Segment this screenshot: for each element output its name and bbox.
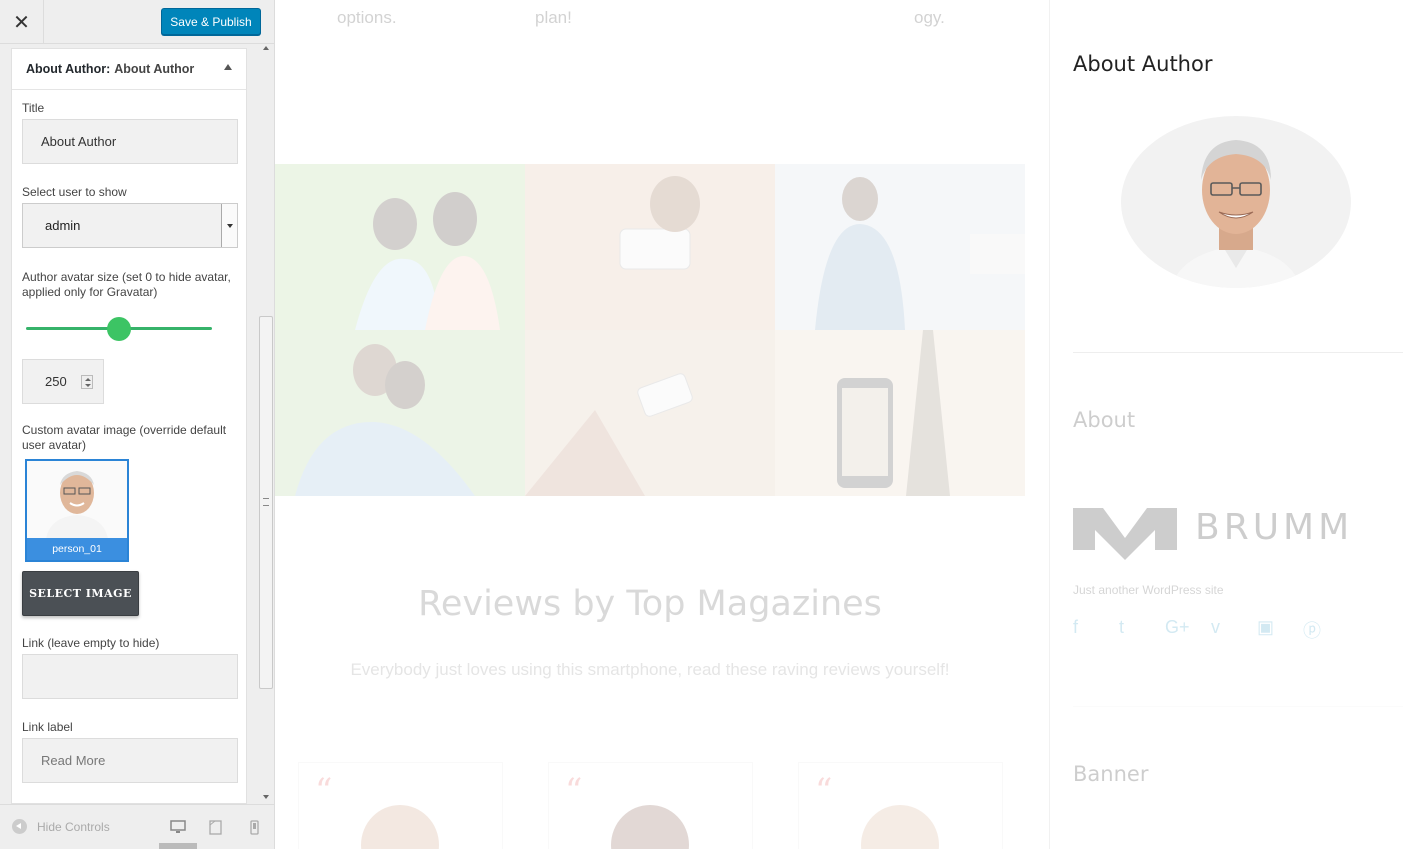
title-input[interactable]: About Author <box>22 119 238 164</box>
close-icon: ✕ <box>13 10 30 34</box>
avatar-thumbnail-image <box>27 461 127 539</box>
site-tagline: Just another WordPress site <box>1073 583 1224 597</box>
chevron-down-icon[interactable] <box>221 204 237 247</box>
photo-man-phone-street <box>775 164 1025 330</box>
panel-header: ✕ Save & Publish <box>0 0 274 44</box>
stepper-icon[interactable] <box>81 375 93 389</box>
photo-friends-phone <box>275 164 525 330</box>
reviews-heading: Reviews by Top Magazines <box>418 584 882 624</box>
user-select[interactable]: admin <box>22 203 238 248</box>
avatar-size-value: 250 <box>45 374 67 389</box>
custom-avatar-label-line2: user avatar) <box>22 438 87 452</box>
photo-hands-phone <box>525 330 775 496</box>
link-label: Link (leave empty to hide) <box>22 636 160 650</box>
reviewer-avatar <box>861 805 939 849</box>
feature-text-3: ogy. <box>914 8 945 27</box>
brumm-logo-icon <box>1073 508 1177 560</box>
link-label-input[interactable]: Read More <box>22 738 238 783</box>
quote-icon: “ <box>565 771 583 811</box>
tablet-preview-icon[interactable] <box>209 820 222 835</box>
link-label-label: Link label <box>22 720 73 734</box>
slider-handle[interactable] <box>107 317 131 341</box>
reviews-subheading: Everybody just loves using this smartpho… <box>350 660 950 679</box>
avatar-size-label: Author avatar size (set 0 to hide avatar… <box>22 270 231 300</box>
collapse-arrow-icon[interactable] <box>224 64 232 70</box>
vimeo-icon[interactable]: v <box>1211 617 1239 643</box>
avatar-size-label-line1: Author avatar size (set 0 to hide avatar… <box>22 270 231 284</box>
link-input[interactable] <box>22 654 238 699</box>
save-publish-button[interactable]: Save & Publish <box>161 8 261 35</box>
review-card: “ <box>548 762 753 849</box>
scrollbar-grip-icon <box>263 498 269 506</box>
author-avatar <box>1121 116 1351 288</box>
about-author-widget: About Author: About Author Title About A… <box>11 48 247 804</box>
reviewer-avatar <box>361 805 439 849</box>
youtube-icon[interactable]: ▣ <box>1257 617 1285 643</box>
pinterest-icon[interactable]: ⓟ <box>1303 617 1331 643</box>
brand-name: BRUMM <box>1195 507 1354 548</box>
widget-header[interactable]: About Author: About Author <box>12 49 246 90</box>
photo-selfie <box>525 164 775 330</box>
feature-text-2: plan! <box>535 8 572 27</box>
user-select-value: admin <box>45 218 81 233</box>
twitter-icon[interactable]: t <box>1119 617 1147 643</box>
quote-icon: “ <box>315 771 333 811</box>
select-image-button[interactable]: SELECT IMAGE <box>22 571 139 616</box>
title-label: Title <box>22 101 45 115</box>
scroll-up-icon[interactable] <box>263 46 269 50</box>
scroll-down-icon[interactable] <box>263 795 269 799</box>
photo-couple-phone <box>275 330 525 496</box>
avatar-caption: person_01 <box>27 538 127 560</box>
avatar-size-number-input[interactable]: 250 <box>22 359 104 404</box>
site-preview: options. plan! ogy. Reviews by Top Magaz… <box>275 0 1419 849</box>
panel-footer: Hide Controls <box>0 804 274 849</box>
user-select-label: Select user to show <box>22 185 127 199</box>
hide-controls-button[interactable]: Hide Controls <box>12 819 110 834</box>
facebook-icon[interactable]: f <box>1073 617 1101 643</box>
widget-prefix: About Author: <box>26 62 111 76</box>
collapse-left-icon <box>12 819 27 834</box>
custom-avatar-label: Custom avatar image (override default us… <box>22 423 226 453</box>
banner-heading: Banner <box>1073 762 1149 786</box>
customizer-panel: ✕ Save & Publish About Author: About Aut… <box>0 0 275 849</box>
widget-title: About Author <box>114 62 195 76</box>
sidebar-divider <box>1073 352 1403 353</box>
hide-controls-label: Hide Controls <box>37 819 110 834</box>
quote-icon: “ <box>815 771 833 811</box>
review-card: “ <box>798 762 1003 849</box>
social-links: f t G+ v ▣ ⓟ <box>1073 617 1331 643</box>
avatar-size-label-line2: applied only for Gravatar) <box>22 285 158 299</box>
custom-avatar-label-line1: Custom avatar image (override default <box>22 423 227 437</box>
close-button[interactable]: ✕ <box>0 0 44 44</box>
mobile-preview-icon[interactable] <box>250 820 259 835</box>
google-plus-icon[interactable]: G+ <box>1165 617 1193 643</box>
about-author-heading: About Author <box>1073 52 1213 76</box>
review-card: “ <box>298 762 503 849</box>
sidebar-divider <box>1073 706 1403 707</box>
feature-text-1: options. <box>337 8 397 27</box>
desktop-preview-icon[interactable] <box>170 820 186 834</box>
active-device-indicator <box>159 843 197 849</box>
reviewer-avatar <box>611 805 689 849</box>
selected-avatar-thumbnail[interactable]: person_01 <box>25 459 129 562</box>
photo-eiffel-phone <box>775 330 1025 496</box>
about-heading: About <box>1073 408 1136 432</box>
preview-sidebar: About Author About BRUMM Just another Wo… <box>1049 0 1419 849</box>
photo-grid <box>275 164 1025 496</box>
